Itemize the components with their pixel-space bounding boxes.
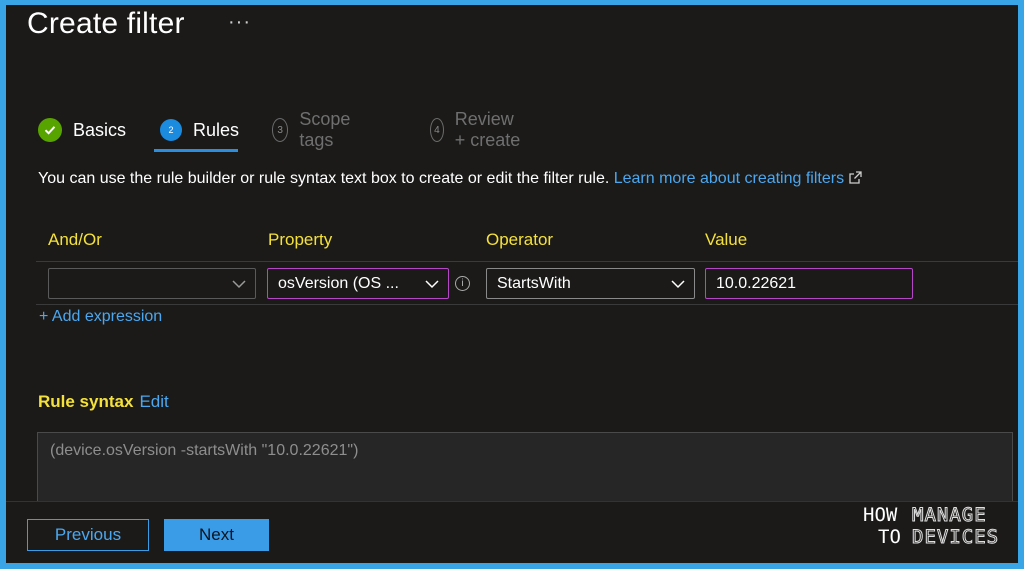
description-text: You can use the rule builder or rule syn…: [38, 170, 610, 187]
next-button[interactable]: Next: [164, 519, 269, 551]
external-link-icon: [848, 170, 863, 190]
step-label: Rules: [193, 119, 240, 140]
logo-to: TO: [878, 526, 901, 548]
check-icon: [38, 118, 62, 142]
previous-button[interactable]: Previous: [27, 519, 149, 551]
howtomanagedevices-logo: HOW TO MANAGE DEVICES: [860, 501, 1000, 549]
header-operator: Operator: [486, 230, 554, 249]
chevron-down-icon: [670, 276, 686, 297]
step-rules[interactable]: 2 Rules: [160, 115, 239, 145]
step-number: 4: [430, 118, 444, 142]
step-review-create[interactable]: 4 Review + create: [430, 109, 524, 150]
step-label: Review + create: [454, 109, 521, 150]
chevron-down-icon: [424, 276, 440, 297]
header-property: Property: [268, 230, 333, 249]
active-step-underline: [154, 149, 238, 152]
operator-dropdown[interactable]: StartsWith: [486, 268, 695, 299]
operator-value: StartsWith: [497, 274, 571, 292]
step-basics[interactable]: Basics: [38, 115, 126, 145]
learn-more-link[interactable]: Learn more about creating filters: [614, 170, 863, 187]
logo-manage: MANAGE: [912, 504, 987, 527]
rule-syntax-heading: Rule syntax Edit: [38, 392, 169, 412]
property-value: osVersion (OS ...: [278, 274, 399, 292]
edit-link[interactable]: Edit: [139, 392, 168, 411]
table-divider: [36, 261, 1018, 262]
table-divider: [36, 304, 1018, 305]
more-options-button[interactable]: ···: [228, 11, 251, 34]
value-field[interactable]: 10.0.22621: [705, 268, 913, 299]
info-icon[interactable]: i: [455, 276, 470, 291]
step-label: Scope tags: [299, 109, 351, 150]
add-expression-link[interactable]: + Add expression: [39, 308, 162, 326]
value-text: 10.0.22621: [716, 274, 797, 292]
logo-how: HOW: [863, 504, 898, 526]
header-value: Value: [705, 230, 748, 249]
step-number: 2: [160, 119, 182, 141]
description: You can use the rule builder or rule syn…: [38, 170, 863, 190]
and-or-dropdown[interactable]: [48, 268, 256, 299]
chevron-down-icon: [231, 276, 247, 297]
step-label: Basics: [73, 119, 127, 140]
header-and-or: And/Or: [48, 230, 102, 249]
property-dropdown[interactable]: osVersion (OS ...: [267, 268, 449, 299]
page-title: Create filter: [27, 7, 185, 40]
step-scope-tags[interactable]: 3 Scope tags: [272, 109, 358, 150]
rule-syntax-label: Rule syntax: [38, 392, 134, 411]
step-number: 3: [272, 118, 289, 142]
logo-devices: DEVICES: [911, 526, 1000, 549]
create-filter-panel: Create filter ··· Basics 2 Rules 3 Scope…: [6, 5, 1018, 563]
